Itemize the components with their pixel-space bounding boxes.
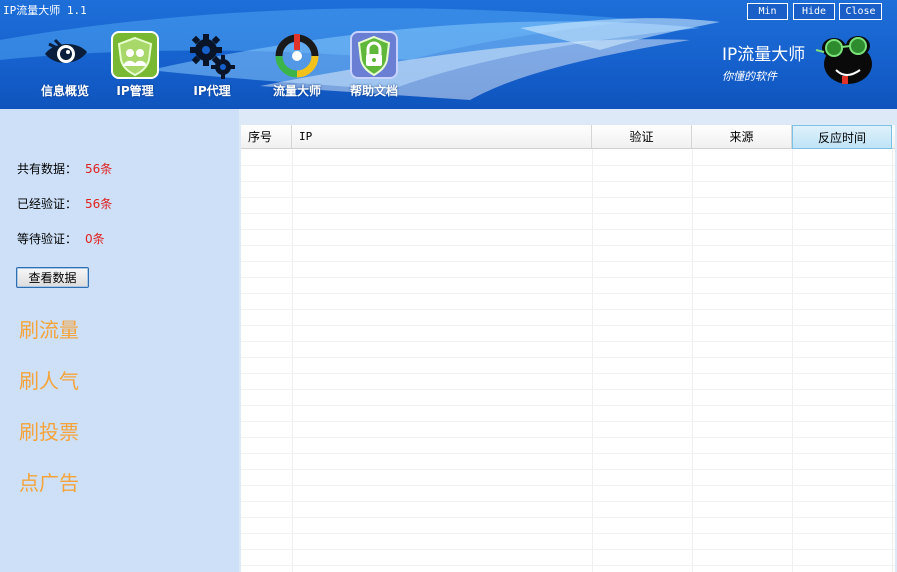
- nav-label: 信息概览: [40, 84, 89, 98]
- nav-label: IP管理: [116, 84, 154, 98]
- hide-button[interactable]: Hide: [793, 3, 835, 20]
- column-header-seq[interactable]: 序号: [241, 125, 292, 149]
- grid-row-line: [241, 261, 895, 262]
- stat-waiting: 等待验证： 0条: [17, 230, 105, 247]
- stat-verified: 已经验证： 56条: [17, 195, 112, 212]
- column-header-verify[interactable]: 验证: [592, 125, 692, 149]
- stat-value: 0条: [85, 232, 105, 246]
- stat-label: 等待验证：: [17, 232, 78, 246]
- grid-row-line: [241, 517, 895, 518]
- grid-row-line: [241, 421, 895, 422]
- grid-row-line: [241, 533, 895, 534]
- grid-row-line: [241, 309, 895, 310]
- minimize-button[interactable]: Min: [747, 3, 788, 20]
- link-brush-traffic[interactable]: 刷流量: [19, 314, 79, 343]
- gears-icon: [190, 34, 235, 79]
- grid-row-line: [241, 341, 895, 342]
- close-button[interactable]: Close: [839, 3, 882, 20]
- main-content: 序号 IP 验证 来源 反应时间: [239, 109, 897, 572]
- grid-row-line: [241, 325, 895, 326]
- column-header-response-time[interactable]: 反应时间: [792, 125, 892, 149]
- grid-row-line: [241, 181, 895, 182]
- column-header-source[interactable]: 来源: [692, 125, 792, 149]
- nav-item-ip-proxy[interactable]: IP代理: [172, 30, 252, 102]
- traffic-wheel-icon: [275, 34, 319, 78]
- nav-label: IP代理: [193, 84, 231, 98]
- nav-item-overview[interactable]: 信息概览: [25, 30, 105, 102]
- nav-item-ip-manage[interactable]: IP管理: [95, 30, 175, 102]
- users-shield-icon: [111, 31, 159, 79]
- brand-name: IP流量大师: [722, 45, 806, 65]
- stat-value: 56条: [85, 162, 113, 176]
- window-title: IP流量大师 1.1: [3, 4, 87, 17]
- brand-block: IP流量大师 你懂的软件: [722, 40, 805, 84]
- eye-icon: [45, 38, 87, 63]
- grid-row-line: [241, 229, 895, 230]
- nav-label: 帮助文档: [349, 84, 398, 98]
- grid-row-line: [241, 357, 895, 358]
- grid-row-line: [241, 501, 895, 502]
- ip-data-table[interactable]: 序号 IP 验证 来源 反应时间: [241, 125, 895, 572]
- grid-row-line: [241, 245, 895, 246]
- nav-label: 流量大师: [272, 84, 321, 98]
- nav-item-help-docs[interactable]: 帮助文档: [334, 30, 414, 102]
- grid-row-line: [241, 293, 895, 294]
- sidebar: 共有数据： 56条 已经验证： 56条 等待验证： 0条 查看数据 刷流量 刷人气 刷…: [0, 109, 239, 572]
- grid-row-line: [241, 437, 895, 438]
- brand-slogan: 你懂的软件: [722, 70, 777, 83]
- grid-row-line: [241, 165, 895, 166]
- view-data-button[interactable]: 查看数据: [16, 267, 89, 288]
- lock-shield-icon: [350, 31, 398, 79]
- table-body: [241, 149, 895, 572]
- stat-label: 共有数据：: [17, 162, 78, 176]
- grid-row-line: [241, 213, 895, 214]
- grid-row-line: [241, 453, 895, 454]
- stat-value: 56条: [85, 197, 113, 211]
- link-brush-popularity[interactable]: 刷人气: [19, 365, 79, 394]
- app-header: IP流量大师 1.1 Min Hide Close 信息概览 IP管理 IP代理…: [0, 0, 897, 109]
- grid-row-line: [241, 277, 895, 278]
- grid-row-line: [241, 469, 895, 470]
- grid-row-line: [241, 197, 895, 198]
- grid-row-line: [241, 485, 895, 486]
- grid-row-line: [241, 549, 895, 550]
- stat-label: 已经验证：: [17, 197, 78, 211]
- nav-item-traffic-master[interactable]: 流量大师: [257, 30, 337, 102]
- grid-row-line: [241, 565, 895, 566]
- column-header-ip[interactable]: IP: [292, 125, 592, 149]
- grid-row-line: [241, 389, 895, 390]
- table-header: 序号 IP 验证 来源 反应时间: [241, 125, 895, 149]
- frog-sunglasses-icon: [815, 36, 872, 84]
- link-brush-vote[interactable]: 刷投票: [19, 416, 79, 445]
- stat-total-data: 共有数据： 56条: [17, 160, 112, 177]
- grid-row-line: [241, 373, 895, 374]
- grid-row-line: [241, 405, 895, 406]
- link-click-ads[interactable]: 点广告: [19, 467, 79, 496]
